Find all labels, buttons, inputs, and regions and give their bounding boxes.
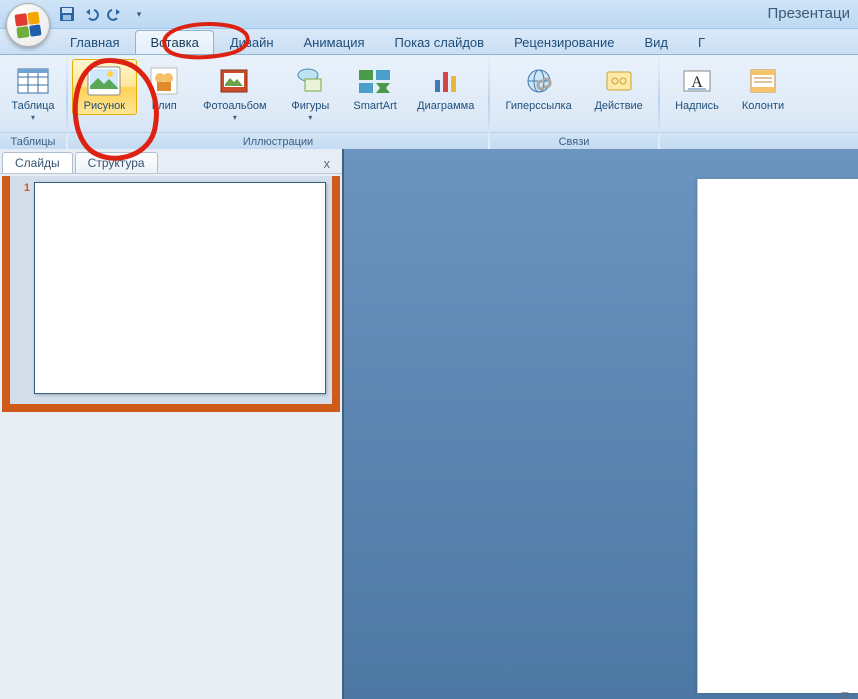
picture-icon [87,64,121,98]
slides-pane: Слайды Структура x 1 [0,149,344,699]
action-icon [602,64,636,98]
table-icon [16,64,50,98]
tab-design[interactable]: Дизайн [216,31,288,54]
tab-insert[interactable]: Вставка [135,30,213,54]
textbox-icon: A [680,64,714,98]
redo-icon[interactable] [106,5,124,23]
smartart-icon [358,64,392,98]
thumbnail-tray: 1 [2,176,340,412]
shapes-icon [293,64,327,98]
title-bar: ▾ Презентаци [0,0,858,29]
slide-canvas[interactable] [697,179,858,693]
undo-icon[interactable] [82,5,100,23]
clipart-button[interactable]: Клип [137,59,192,115]
group-tables: Таблица ▾ Таблицы [0,55,66,151]
dropdown-icon: ▾ [31,113,35,122]
dropdown-icon: ▾ [233,113,237,122]
window-title: Презентаци [768,5,851,22]
workspace: Слайды Структура x 1 [0,149,858,699]
powerpoint-window: ▾ Презентаци Главная Вставка Дизайн Аним… [0,0,858,699]
pane-tab-outline[interactable]: Структура [75,152,158,173]
shapes-button[interactable]: Фигуры ▾ [278,59,343,125]
pane-close-button[interactable]: x [320,154,335,173]
action-button[interactable]: Действие [583,59,654,115]
group-illustrations: Рисунок Клип Фотоальбом ▾ [68,55,488,151]
tab-extra[interactable]: Г [684,31,719,54]
qat-customize-icon[interactable]: ▾ [130,5,148,23]
photoalbum-icon [218,64,252,98]
headerfooter-button[interactable]: Колонти [730,59,796,115]
chart-icon [429,64,463,98]
headerfooter-icon [746,64,780,98]
group-text: A Надпись Колонти [660,55,858,151]
ribbon-tabs: Главная Вставка Дизайн Анимация Показ сл… [0,29,858,55]
slide-number: 1 [16,182,30,194]
textbox-button[interactable]: A Надпись [664,59,730,115]
slide-thumbnail[interactable] [34,182,326,394]
tab-review[interactable]: Рецензирование [500,31,628,54]
tab-home[interactable]: Главная [56,31,133,54]
dropdown-icon: ▾ [308,113,312,122]
photoalbum-button[interactable]: Фотоальбом ▾ [192,59,278,125]
clipart-icon [147,64,181,98]
group-links: Гиперссылка Действие Связи [490,55,658,151]
chart-button[interactable]: Диаграмма [408,59,485,115]
svg-text:A: A [691,74,703,91]
pane-tabs: Слайды Структура x [0,149,342,174]
pane-tab-slides[interactable]: Слайды [2,152,73,173]
tab-slideshow[interactable]: Показ слайдов [381,31,499,54]
tab-view[interactable]: Вид [630,31,682,54]
hyperlink-icon [522,64,556,98]
smartart-button[interactable]: SmartArt [343,59,408,115]
hyperlink-button[interactable]: Гиперссылка [494,59,583,115]
table-button[interactable]: Таблица ▾ [4,59,62,125]
watermark: grodite.livemaster.ru [837,691,852,699]
office-button[interactable] [6,3,50,47]
ribbon: Таблица ▾ Таблицы Рисунок Кл [0,55,858,152]
picture-button[interactable]: Рисунок [72,59,137,115]
tab-animation[interactable]: Анимация [290,31,379,54]
save-icon[interactable] [58,5,76,23]
